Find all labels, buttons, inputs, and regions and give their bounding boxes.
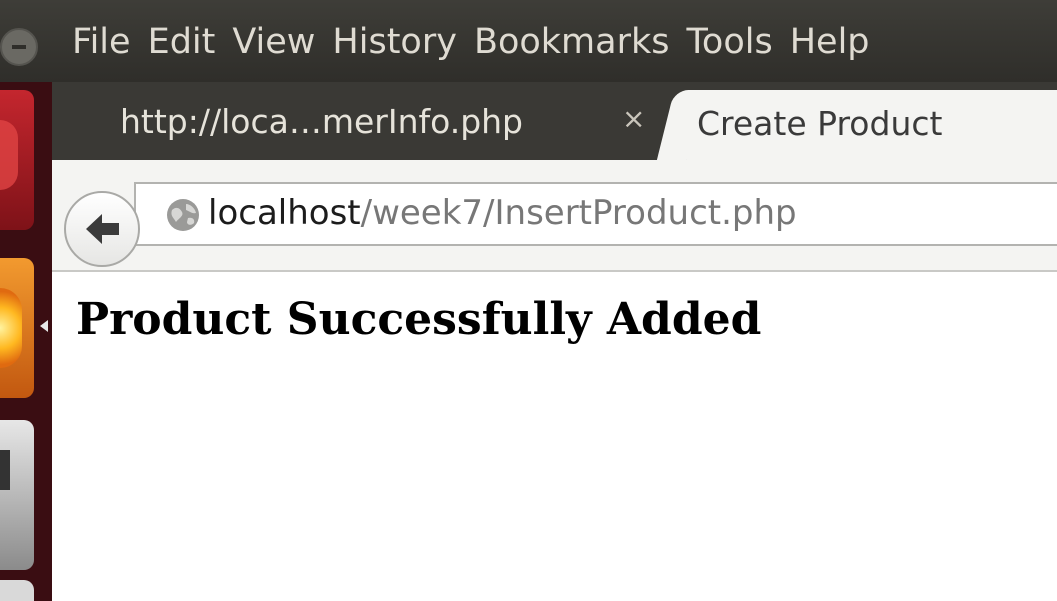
tab-customer-info[interactable]: http://loca…merInfo.php × xyxy=(52,82,662,160)
tab-create-product[interactable]: Create Product xyxy=(687,90,1057,165)
window-menu-icon[interactable] xyxy=(0,28,38,66)
navigation-bar: localhost/week7/InsertProduct.php xyxy=(52,160,1057,272)
menu-items: File Edit View History Bookmarks Tools H… xyxy=(72,22,887,62)
menu-view[interactable]: View xyxy=(232,22,326,62)
menu-edit[interactable]: Edit xyxy=(148,22,227,62)
tab-label: Create Product xyxy=(697,104,943,143)
url-bar[interactable]: localhost/week7/InsertProduct.php xyxy=(134,182,1057,246)
menu-bar: File Edit View History Bookmarks Tools H… xyxy=(0,0,1057,82)
menu-help[interactable]: Help xyxy=(790,22,881,62)
unity-launcher xyxy=(0,0,52,601)
back-button[interactable] xyxy=(64,191,140,267)
menu-tools[interactable]: Tools xyxy=(687,22,784,62)
url-path: /week7/InsertProduct.php xyxy=(360,193,797,233)
active-indicator-icon xyxy=(40,320,48,332)
menu-history[interactable]: History xyxy=(332,22,468,62)
url-text: localhost/week7/InsertProduct.php xyxy=(208,193,797,233)
back-arrow-icon xyxy=(86,214,119,244)
launcher-item-other[interactable] xyxy=(0,580,34,601)
tab-label: http://loca…merInfo.php xyxy=(120,102,524,141)
launcher-item-app[interactable] xyxy=(0,90,34,230)
page-heading: Product Successfully Added xyxy=(76,294,762,345)
launcher-item-files[interactable] xyxy=(0,420,34,570)
globe-icon xyxy=(167,199,199,231)
tab-strip: http://loca…merInfo.php × Create Product xyxy=(52,82,1057,165)
url-host: localhost xyxy=(208,193,361,233)
menu-file[interactable]: File xyxy=(72,22,142,62)
page-content: Product Successfully Added xyxy=(52,272,1057,601)
menu-bookmarks[interactable]: Bookmarks xyxy=(474,22,681,62)
launcher-item-firefox[interactable] xyxy=(0,258,34,398)
close-tab-icon[interactable]: × xyxy=(622,102,645,135)
